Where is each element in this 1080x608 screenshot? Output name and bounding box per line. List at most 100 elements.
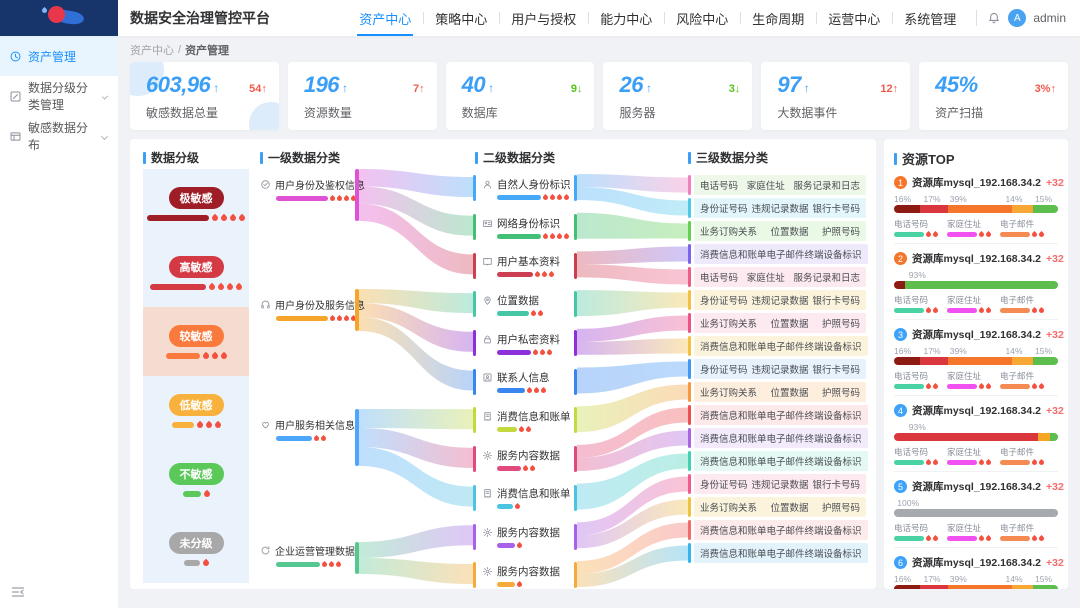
l1-category-node[interactable]: 企业运营管理数据 (260, 543, 360, 567)
l3-tag[interactable]: 终端设备标识 (805, 408, 862, 422)
l3-tag[interactable]: 位置数据 (770, 316, 808, 330)
l2-category-node[interactable]: 服务内容数据 (473, 517, 577, 556)
l3-tag-row[interactable]: 消费信息和账单电子邮件终端设备标识 (688, 451, 866, 471)
l3-tag[interactable]: 位置数据 (770, 500, 808, 514)
l3-tag[interactable]: 护照号码 (822, 316, 860, 330)
sidebar-item[interactable]: 敏感数据分布 (0, 116, 118, 156)
l3-tag[interactable]: 护照号码 (822, 500, 860, 514)
l3-tag[interactable]: 消费信息和账单 (700, 454, 767, 468)
l3-tag[interactable]: 消费信息和账单 (700, 408, 767, 422)
nav-item[interactable]: 用户与授权 (499, 0, 588, 36)
l3-tag[interactable]: 银行卡号码 (812, 201, 860, 215)
l3-tag[interactable]: 家庭住址 (747, 178, 785, 192)
l3-tag[interactable]: 电子邮件 (767, 454, 805, 468)
l3-tag[interactable]: 护照号码 (822, 385, 860, 399)
nav-item[interactable]: 运营中心 (816, 0, 892, 36)
l3-tag[interactable]: 银行卡号码 (812, 362, 860, 376)
level-badge[interactable]: 极敏感 (169, 187, 224, 209)
l3-tag[interactable]: 终端设备标识 (805, 546, 862, 560)
nav-item[interactable]: 能力中心 (588, 0, 664, 36)
nav-item[interactable]: 资产中心 (347, 0, 423, 36)
l3-tag-row[interactable]: 身份证号码违规记录数据银行卡号码 (688, 359, 866, 379)
l2-category-node[interactable]: 网络身份标识 (473, 208, 577, 247)
l3-tag[interactable]: 终端设备标识 (805, 339, 862, 353)
l3-tag[interactable]: 消费信息和账单 (700, 339, 767, 353)
l3-tag[interactable]: 违规记录数据 (751, 201, 808, 215)
l3-tag[interactable]: 业务订购关系 (700, 500, 757, 514)
l2-category-node[interactable]: 用户基本资料 (473, 246, 577, 285)
l3-tag[interactable]: 电子邮件 (767, 408, 805, 422)
breadcrumb-parent[interactable]: 资产中心 (130, 42, 174, 58)
l1-category-node[interactable]: 用户服务相关信息 (260, 417, 360, 441)
l3-tag-row[interactable]: 消费信息和账单电子邮件终端设备标识 (688, 405, 866, 425)
avatar[interactable]: A (1008, 9, 1026, 27)
l3-tag[interactable]: 消费信息和账单 (700, 523, 767, 537)
l3-tag-row[interactable]: 业务订购关系位置数据护照号码 (688, 382, 866, 402)
l3-tag[interactable]: 银行卡号码 (812, 293, 860, 307)
username-label[interactable]: admin (1033, 11, 1066, 25)
l3-tag-row[interactable]: 消费信息和账单电子邮件终端设备标识 (688, 543, 866, 563)
l3-tag-row[interactable]: 业务订购关系位置数据护照号码 (688, 313, 866, 333)
sidebar-item[interactable]: 资产管理 (0, 36, 118, 76)
l3-tag[interactable]: 终端设备标识 (805, 247, 862, 261)
level-badge[interactable]: 高敏感 (169, 256, 224, 278)
resource-entry[interactable]: 2 资源库mysql_192.168.34.2 +32 93% (894, 244, 1058, 320)
resource-entry[interactable]: 6 资源库mysql_192.168.34.2 +32 16% 17% 39% (894, 548, 1058, 589)
l3-tag[interactable]: 服务记录和日志 (793, 270, 860, 284)
l2-category-node[interactable]: 联系人信息 (473, 362, 577, 401)
l3-tag[interactable]: 身份证号码 (700, 477, 748, 491)
l3-tag[interactable]: 消费信息和账单 (700, 431, 767, 445)
nav-item[interactable]: 风险中心 (664, 0, 740, 36)
resource-entry[interactable]: 4 资源库mysql_192.168.34.2 +32 93% (894, 396, 1058, 472)
l3-tag[interactable]: 电话号码 (700, 270, 738, 284)
l3-tag[interactable]: 业务订购关系 (700, 385, 757, 399)
bell-icon[interactable] (987, 11, 1001, 25)
l3-tag[interactable]: 电子邮件 (767, 339, 805, 353)
l3-tag[interactable]: 身份证号码 (700, 362, 748, 376)
nav-item[interactable]: 系统管理 (892, 0, 968, 36)
level-badge[interactable]: 不敏感 (169, 463, 224, 485)
l3-tag[interactable]: 消费信息和账单 (700, 546, 767, 560)
l3-tag[interactable]: 位置数据 (770, 224, 808, 238)
level-badge[interactable]: 较敏感 (169, 325, 224, 347)
l3-tag[interactable]: 电子邮件 (767, 431, 805, 445)
level-badge[interactable]: 低敏感 (169, 394, 224, 416)
l3-tag-row[interactable]: 业务订购关系位置数据护照号码 (688, 497, 866, 517)
l3-tag[interactable]: 电话号码 (700, 178, 738, 192)
l3-tag[interactable]: 身份证号码 (700, 293, 748, 307)
l2-category-node[interactable]: 服务内容数据 (473, 556, 577, 589)
l3-tag[interactable]: 服务记录和日志 (793, 178, 860, 192)
l3-tag[interactable]: 银行卡号码 (812, 477, 860, 491)
l3-tag-row[interactable]: 身份证号码违规记录数据银行卡号码 (688, 474, 866, 494)
l3-tag[interactable]: 终端设备标识 (805, 523, 862, 537)
nav-item[interactable]: 生命周期 (740, 0, 816, 36)
collapse-sidebar-icon[interactable] (10, 584, 26, 600)
l3-tag-row[interactable]: 电话号码家庭住址服务记录和日志 (688, 175, 866, 195)
l3-tag-row[interactable]: 消费信息和账单电子邮件终端设备标识 (688, 244, 866, 264)
resource-entry[interactable]: 3 资源库mysql_192.168.34.2 +32 16% 17% 39% (894, 320, 1058, 396)
l3-tag[interactable]: 消费信息和账单 (700, 247, 767, 261)
l3-tag-row[interactable]: 身份证号码违规记录数据银行卡号码 (688, 198, 866, 218)
l3-tag[interactable]: 违规记录数据 (751, 362, 808, 376)
l3-tag[interactable]: 业务订购关系 (700, 316, 757, 330)
l3-tag-row[interactable]: 电话号码家庭住址服务记录和日志 (688, 267, 866, 287)
l3-tag[interactable]: 终端设备标识 (805, 454, 862, 468)
l3-tag[interactable]: 身份证号码 (700, 201, 748, 215)
l3-tag[interactable]: 电子邮件 (767, 247, 805, 261)
l3-tag[interactable]: 业务订购关系 (700, 224, 757, 238)
l3-tag-row[interactable]: 消费信息和账单电子邮件终端设备标识 (688, 428, 866, 448)
l3-tag[interactable]: 违规记录数据 (751, 293, 808, 307)
l2-category-node[interactable]: 消费信息和账单 (473, 401, 577, 440)
l1-category-node[interactable]: 用户身份及服务信息 (260, 297, 360, 321)
l3-tag[interactable]: 电子邮件 (767, 546, 805, 560)
l3-tag[interactable]: 违规记录数据 (751, 477, 808, 491)
l3-tag-row[interactable]: 身份证号码违规记录数据银行卡号码 (688, 290, 866, 310)
l3-tag-row[interactable]: 业务订购关系位置数据护照号码 (688, 221, 866, 241)
l3-tag[interactable]: 家庭住址 (747, 270, 785, 284)
l3-tag-row[interactable]: 消费信息和账单电子邮件终端设备标识 (688, 336, 866, 356)
resource-entry[interactable]: 1 资源库mysql_192.168.34.2 +32 16% 17% 39% (894, 168, 1058, 244)
l3-tag[interactable]: 护照号码 (822, 224, 860, 238)
l2-category-node[interactable]: 位置数据 (473, 285, 577, 324)
l2-category-node[interactable]: 消费信息和账单 (473, 479, 577, 518)
resource-entry[interactable]: 5 资源库mysql_192.168.34.2 +32 100% (894, 472, 1058, 548)
